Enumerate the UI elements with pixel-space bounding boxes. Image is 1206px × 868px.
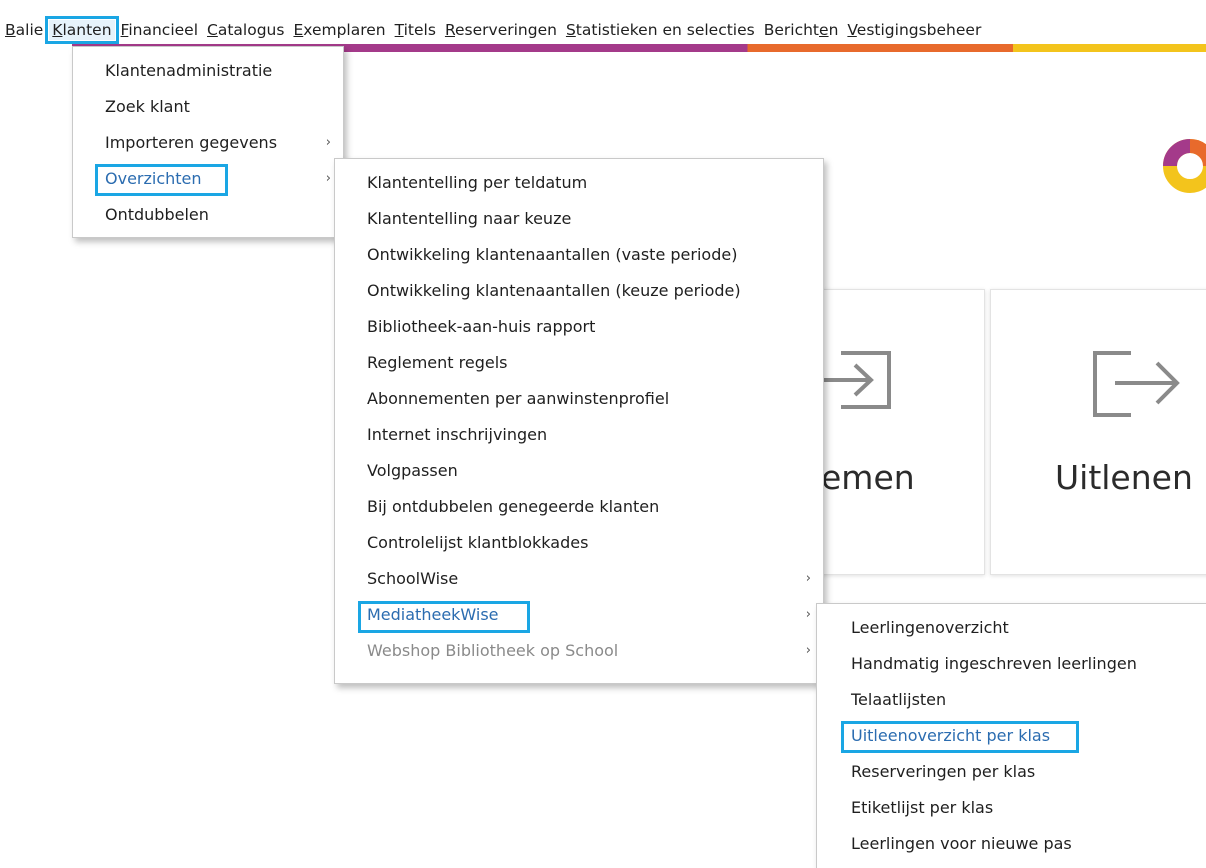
menu-bar: Balie Klanten Financieel Catalogus Exemp… (0, 0, 1206, 44)
menu-item-genegeerde-klanten[interactable]: Bij ontdubbelen genegeerde klanten (335, 489, 823, 525)
menu-item-klantenadministratie[interactable]: Klantenadministratie (73, 53, 343, 89)
lend-arrow-icon (1093, 351, 1180, 417)
menu-titels[interactable]: Titels (392, 20, 439, 40)
overzichten-submenu: Klantentelling per teldatum Klantentelli… (334, 158, 824, 684)
menu-item-klantentelling-keuze[interactable]: Klantentelling naar keuze (335, 201, 823, 237)
menu-item-telaatlijsten[interactable]: Telaatlijsten (817, 682, 1206, 718)
menu-reserveringen[interactable]: Reserveringen (442, 20, 560, 40)
menu-item-ontwikkeling-vaste[interactable]: Ontwikkeling klantenaantallen (vaste per… (335, 237, 823, 273)
menu-catalogus[interactable]: Catalogus (204, 20, 287, 40)
brand-color-bar-gap (0, 44, 72, 52)
return-arrow-icon (821, 351, 891, 409)
highlight-overzichten (95, 164, 228, 196)
menu-item-reglement-regels[interactable]: Reglement regels (335, 345, 823, 381)
highlight-uitleenoverzicht (841, 721, 1079, 753)
uitlenen-label: Uitlenen (1055, 458, 1193, 497)
menu-berichten[interactable]: Berichten (761, 20, 842, 40)
menu-item-schoolwise[interactable]: SchoolWise › (335, 561, 823, 597)
menu-item-leerlingen-nieuwe-pas[interactable]: Leerlingen voor nieuwe pas (817, 826, 1206, 862)
chevron-right-icon: › (805, 571, 811, 586)
menu-vestigingsbeheer[interactable]: Vestigingsbeheer (844, 20, 984, 40)
menu-item-controlelijst[interactable]: Controlelijst klantblokkades (335, 525, 823, 561)
chevron-right-icon: › (805, 607, 811, 622)
chevron-right-icon: › (805, 643, 811, 658)
menu-item-abonnementen[interactable]: Abonnementen per aanwinstenprofiel (335, 381, 823, 417)
menu-item-leerlingenoverzicht[interactable]: Leerlingenoverzicht (817, 610, 1206, 646)
highlight-mediatheekwise (358, 601, 530, 633)
menu-item-volgpassen[interactable]: Volgpassen (335, 453, 823, 489)
menu-klanten[interactable]: Klanten (45, 16, 119, 44)
menu-item-webshop: Webshop Bibliotheek op School › (335, 633, 823, 669)
chevron-right-icon: › (325, 135, 331, 150)
menu-item-importeren-gegevens[interactable]: Importeren gegevens › (73, 125, 343, 161)
menu-item-ontwikkeling-keuze[interactable]: Ontwikkeling klantenaantallen (keuze per… (335, 273, 823, 309)
chevron-right-icon: › (325, 171, 331, 186)
menu-financieel[interactable]: Financieel (118, 20, 201, 40)
menu-item-reserveringen-per-klas[interactable]: Reserveringen per klas (817, 754, 1206, 790)
menu-item-klantentelling-teldatum[interactable]: Klantentelling per teldatum (335, 165, 823, 201)
menu-exemplaren[interactable]: Exemplaren (290, 20, 388, 40)
innemen-label: emen (821, 458, 915, 497)
menu-item-zoek-klant[interactable]: Zoek klant (73, 89, 343, 125)
brand-logo-icon (1156, 138, 1206, 194)
menu-item-etiketlijst-per-klas[interactable]: Etiketlijst per klas (817, 790, 1206, 826)
mediatheekwise-submenu: Leerlingenoverzicht Handmatig ingeschrev… (816, 603, 1206, 868)
menu-item-ontdubbelen[interactable]: Ontdubbelen (73, 197, 343, 233)
menu-statistieken[interactable]: Statistieken en selecties (563, 20, 758, 40)
menu-item-bibliotheek-aan-huis[interactable]: Bibliotheek-aan-huis rapport (335, 309, 823, 345)
menu-balie[interactable]: Balie (2, 20, 46, 40)
menu-item-handmatig-ingeschreven[interactable]: Handmatig ingeschreven leerlingen (817, 646, 1206, 682)
klanten-menu: Klantenadministratie Zoek klant Importer… (72, 46, 344, 238)
uitlenen-tile[interactable]: Uitlenen (990, 289, 1206, 575)
menu-item-internet-inschrijvingen[interactable]: Internet inschrijvingen (335, 417, 823, 453)
